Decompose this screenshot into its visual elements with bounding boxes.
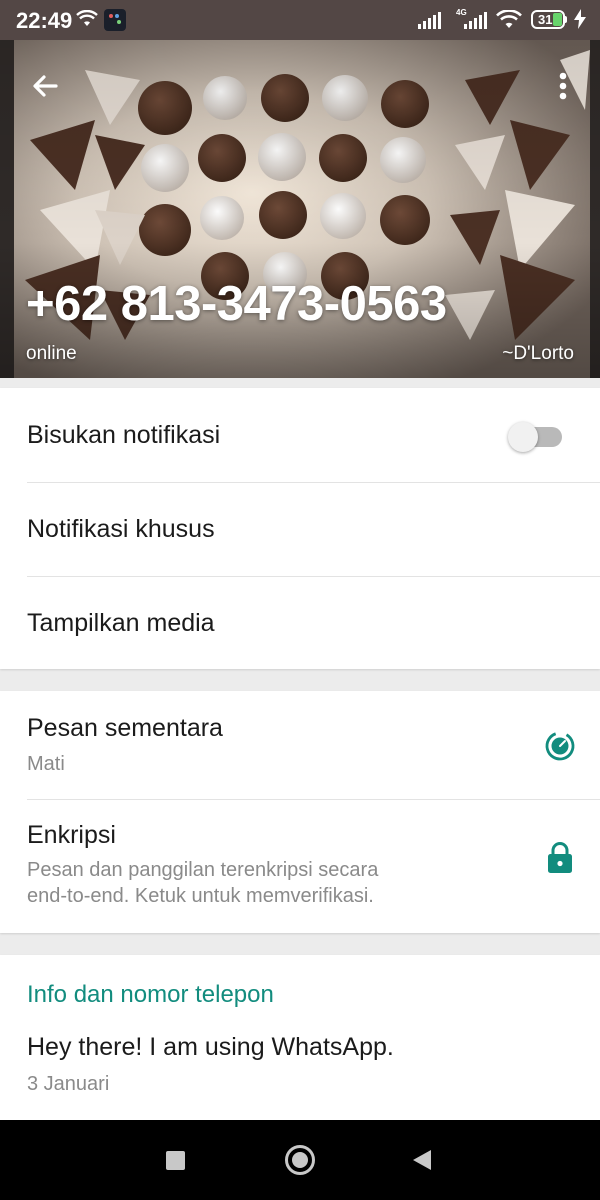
disappearing-timer-icon — [545, 731, 575, 761]
encryption-description-line: end-to-end. Ketuk untuk memverifikasi. — [27, 885, 374, 907]
notification-settings-card: Bisukan notifikasi Notifikasi khusus Tam… — [0, 388, 600, 669]
custom-notifications-label: Notifikasi khusus — [27, 515, 215, 543]
disappearing-messages-value: Mati — [27, 753, 65, 775]
contact-push-name: ~D'Lorto — [502, 343, 574, 364]
status-time: 22:49 — [16, 8, 73, 33]
about-date: 3 Januari — [27, 1073, 110, 1095]
about-card: Info dan nomor telepon Hey there! I am u… — [0, 955, 600, 1120]
about-section-title: Info dan nomor telepon — [27, 981, 274, 1008]
mute-notifications-label: Bisukan notifikasi — [27, 421, 221, 449]
custom-notifications-row[interactable]: Notifikasi khusus — [0, 483, 600, 576]
wifi-icon — [76, 10, 98, 26]
about-text: Hey there! I am using WhatsApp. — [27, 1033, 394, 1061]
about-row[interactable]: Hey there! I am using WhatsApp. 3 Januar… — [0, 1021, 600, 1119]
signal-icon — [464, 12, 487, 29]
encryption-description-line: Pesan dan panggilan terenkripsi secara — [27, 859, 379, 881]
wifi-icon — [496, 10, 522, 28]
disappearing-messages-label: Pesan sementara — [27, 714, 223, 742]
home-button[interactable] — [285, 1145, 315, 1175]
contact-status: online — [26, 343, 77, 364]
encryption-row[interactable]: Enkripsi Pesan dan panggilan terenkripsi… — [0, 800, 600, 933]
contact-name: +62 813-3473-0563 — [26, 277, 447, 331]
signal-icon — [418, 12, 441, 29]
mute-toggle[interactable] — [508, 422, 562, 452]
media-visibility-label: Tampilkan media — [27, 609, 215, 637]
privacy-card: Pesan sementara Mati Enkripsi Pesan dan … — [0, 691, 600, 933]
battery-level: 31 — [538, 12, 553, 27]
lock-icon — [548, 842, 572, 873]
status-bar: 22:49 4G 31 — [0, 0, 600, 40]
battery-icon: 31 — [531, 10, 565, 29]
mute-notifications-row[interactable]: Bisukan notifikasi — [0, 388, 600, 482]
recent-apps-button[interactable] — [166, 1151, 185, 1170]
encryption-description: Pesan dan panggilan terenkripsi secara e… — [27, 857, 378, 909]
profile-header: +62 813-3473-0563 online ~D'Lorto — [0, 40, 600, 378]
back-triangle-icon[interactable] — [412, 1149, 432, 1171]
charging-icon — [574, 9, 586, 29]
back-arrow-icon[interactable] — [26, 66, 66, 106]
disappearing-messages-row[interactable]: Pesan sementara Mati — [0, 691, 600, 799]
media-visibility-row[interactable]: Tampilkan media — [0, 577, 600, 669]
battery-tip — [564, 16, 567, 23]
system-nav-bar — [0, 1120, 600, 1200]
encryption-label: Enkripsi — [27, 821, 116, 849]
more-options-icon[interactable] — [548, 66, 578, 106]
app-notification-icon — [104, 9, 126, 31]
